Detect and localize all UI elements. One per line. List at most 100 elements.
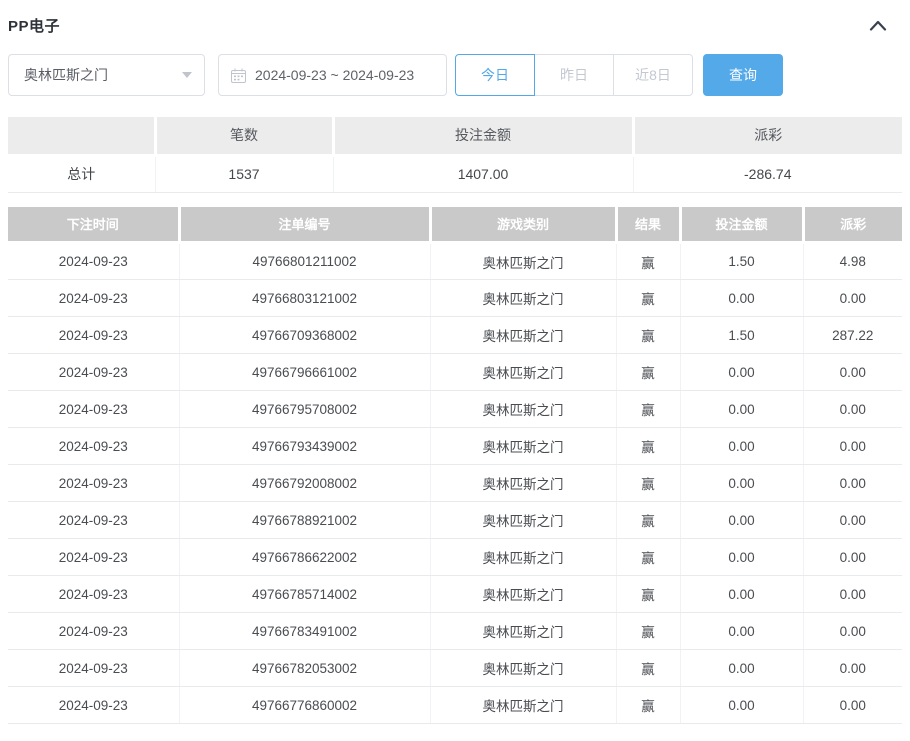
header-game-type: 游戏类别 [430,207,616,243]
bet-time-cell: 2024-09-23 [8,391,179,428]
bet-amount-cell: 0.00 [680,280,803,317]
order-id-cell: 49766776860002 [179,687,430,724]
table-row: 2024-09-2349766788921002奥林匹斯之门赢0.000.00 [8,502,902,539]
bet-time-cell: 2024-09-23 [8,687,179,724]
bet-time-cell: 2024-09-23 [8,243,179,280]
bet-time-cell: 2024-09-23 [8,465,179,502]
bet-records-table: 下注时间 注单编号 游戏类别 结果 投注金额 派彩 2024-09-234976… [8,207,902,725]
result-cell: 赢 [616,354,680,391]
bet-amount-cell: 0.00 [680,502,803,539]
table-row: 2024-09-2349766783491002奥林匹斯之门赢0.000.00 [8,613,902,650]
bet-amount-cell: 0.00 [680,354,803,391]
filter-row: 奥林匹斯之门 2024-09-23 ~ 2024-09-23 [8,54,902,96]
order-id-cell: 49766709368002 [179,317,430,354]
order-id-cell: 49766782053002 [179,650,430,687]
summary-header-count: 笔数 [155,117,333,155]
summary-header-bet-amount: 投注金额 [333,117,633,155]
bet-time-cell: 2024-09-23 [8,613,179,650]
game-type-cell: 奥林匹斯之门 [430,539,616,576]
result-cell: 赢 [616,465,680,502]
order-id-cell: 49766803121002 [179,280,430,317]
bet-time-cell: 2024-09-23 [8,280,179,317]
summary-total-label: 总计 [8,155,155,192]
bet-amount-cell: 1.50 [680,243,803,280]
summary-header-row: 笔数 投注金额 派彩 [8,117,902,155]
bet-amount-cell: 0.00 [680,650,803,687]
yesterday-button[interactable]: 昨日 [534,54,614,96]
game-select[interactable]: 奥林匹斯之门 [8,54,205,96]
game-type-cell: 奥林匹斯之门 [430,280,616,317]
table-row: 2024-09-2349766796661002奥林匹斯之门赢0.000.00 [8,354,902,391]
game-select-value: 奥林匹斯之门 [24,65,182,85]
table-row: 2024-09-2349766785714002奥林匹斯之门赢0.000.00 [8,576,902,613]
result-cell: 赢 [616,243,680,280]
bet-amount-cell: 0.00 [680,428,803,465]
payout-cell: 0.00 [803,465,902,502]
game-type-cell: 奥林匹斯之门 [430,428,616,465]
date-range-value: 2024-09-23 ~ 2024-09-23 [255,67,414,83]
summary-total-payout: -286.74 [633,155,902,192]
result-cell: 赢 [616,687,680,724]
result-cell: 赢 [616,650,680,687]
payout-cell: 0.00 [803,502,902,539]
table-row: 2024-09-2349766786622002奥林匹斯之门赢0.000.00 [8,539,902,576]
order-id-cell: 49766801211002 [179,243,430,280]
bet-time-cell: 2024-09-23 [8,354,179,391]
date-range-picker[interactable]: 2024-09-23 ~ 2024-09-23 [218,54,447,96]
bet-amount-cell: 0.00 [680,391,803,428]
order-id-cell: 49766788921002 [179,502,430,539]
result-cell: 赢 [616,280,680,317]
bet-amount-cell: 0.00 [680,613,803,650]
payout-cell: 287.22 [803,317,902,354]
summary-table: 笔数 投注金额 派彩 总计 1537 1407.00 -286.74 [8,117,902,193]
result-cell: 赢 [616,539,680,576]
bet-amount-cell: 1.50 [680,317,803,354]
payout-cell: 0.00 [803,391,902,428]
order-id-cell: 49766793439002 [179,428,430,465]
summary-header-blank [8,117,155,155]
bet-amount-cell: 0.00 [680,465,803,502]
bet-time-cell: 2024-09-23 [8,539,179,576]
order-id-cell: 49766792008002 [179,465,430,502]
game-type-cell: 奥林匹斯之门 [430,502,616,539]
game-type-cell: 奥林匹斯之门 [430,613,616,650]
chevron-up-icon[interactable] [866,16,890,34]
header-bet-amount: 投注金额 [680,207,803,243]
order-id-cell: 49766783491002 [179,613,430,650]
order-id-cell: 49766795708002 [179,391,430,428]
result-cell: 赢 [616,502,680,539]
table-row: 2024-09-2349766792008002奥林匹斯之门赢0.000.00 [8,465,902,502]
game-type-cell: 奥林匹斯之门 [430,317,616,354]
page-title: PP电子 [8,15,60,36]
summary-total-count: 1537 [155,155,333,192]
header-order-id: 注单编号 [179,207,430,243]
order-id-cell: 49766796661002 [179,354,430,391]
table-row: 2024-09-2349766793439002奥林匹斯之门赢0.000.00 [8,428,902,465]
game-type-cell: 奥林匹斯之门 [430,354,616,391]
search-button[interactable]: 查询 [703,54,783,96]
header-bet-time: 下注时间 [8,207,179,243]
bet-amount-cell: 0.00 [680,687,803,724]
game-type-cell: 奥林匹斯之门 [430,687,616,724]
payout-cell: 0.00 [803,687,902,724]
today-button[interactable]: 今日 [455,54,535,96]
bet-amount-cell: 0.00 [680,576,803,613]
table-row: 2024-09-2349766795708002奥林匹斯之门赢0.000.00 [8,391,902,428]
payout-cell: 0.00 [803,280,902,317]
result-cell: 赢 [616,576,680,613]
table-row: 2024-09-2349766782053002奥林匹斯之门赢0.000.00 [8,650,902,687]
payout-cell: 0.00 [803,650,902,687]
calendar-icon [231,68,246,83]
game-type-cell: 奥林匹斯之门 [430,650,616,687]
bet-time-cell: 2024-09-23 [8,317,179,354]
bet-amount-cell: 0.00 [680,539,803,576]
table-row: 2024-09-2349766709368002奥林匹斯之门赢1.50287.2… [8,317,902,354]
panel-header: PP电子 [8,0,902,37]
table-row: 2024-09-2349766776860002奥林匹斯之门赢0.000.00 [8,687,902,724]
result-cell: 赢 [616,391,680,428]
payout-cell: 0.00 [803,613,902,650]
order-id-cell: 49766785714002 [179,576,430,613]
game-type-cell: 奥林匹斯之门 [430,243,616,280]
bet-time-cell: 2024-09-23 [8,428,179,465]
last8days-button[interactable]: 近8日 [613,54,693,96]
